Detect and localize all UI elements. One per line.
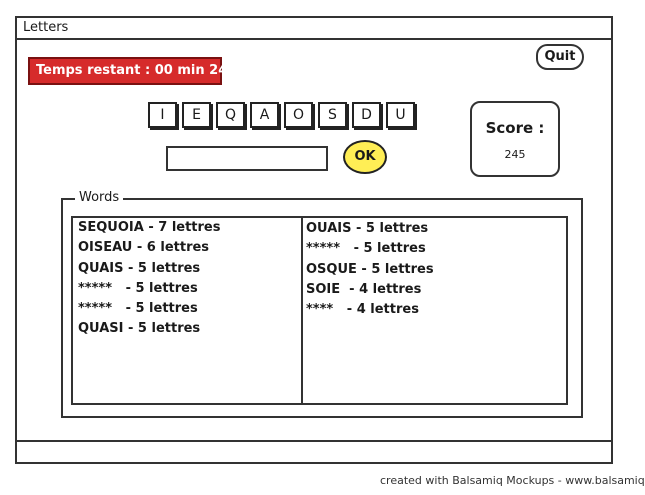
score-value: 245 [504,148,526,161]
score-label: Score : [485,119,545,137]
list-item[interactable]: ***** - 5 lettres [78,281,198,296]
list-item[interactable]: OISEAU - 6 lettres [78,240,209,255]
letter-tile[interactable]: D [352,102,381,128]
list-item[interactable]: SOIE - 4 lettres [306,282,421,297]
list-item[interactable]: QUASI - 5 lettres [78,321,200,336]
letter-tile[interactable]: S [318,102,347,128]
title-bar: Letters [17,18,611,40]
ok-button[interactable]: OK [343,140,387,174]
status-bar-divider [17,440,611,442]
list-item[interactable]: SEQUOIA - 7 lettres [78,220,221,235]
list-item[interactable]: QUAIS - 5 lettres [78,261,200,276]
answer-input[interactable] [166,146,328,171]
words-group-label: Words [75,190,124,205]
quit-button[interactable]: Quit [536,44,584,70]
list-item[interactable]: **** - 4 lettres [306,302,419,317]
letter-tile[interactable]: O [284,102,313,128]
list-item[interactable]: OUAIS - 5 lettres [306,221,428,236]
app-window: Letters Temps restant : 00 min 24 s Quit… [15,16,613,464]
window-title: Letters [23,20,69,35]
list-item[interactable]: ***** - 5 lettres [306,241,426,256]
letter-tile[interactable]: U [386,102,415,128]
words-list-left[interactable]: SEQUOIA - 7 lettres OISEAU - 6 lettres Q… [71,216,303,405]
time-remaining-banner: Temps restant : 00 min 24 s [28,57,240,85]
words-group: Words SEQUOIA - 7 lettres OISEAU - 6 let… [61,190,583,418]
score-box: Score : 245 [470,101,560,177]
letter-tile[interactable]: I [148,102,177,128]
letter-tile[interactable]: Q [216,102,245,128]
list-item[interactable]: OSQUE - 5 lettres [306,262,434,277]
letter-tile[interactable]: E [182,102,211,128]
words-list-right[interactable]: OUAIS - 5 lettres ***** - 5 lettres OSQU… [301,216,568,405]
footer-credit: created with Balsamiq Mockups - www.bals… [380,474,645,487]
letter-tile[interactable]: A [250,102,279,128]
list-item[interactable]: ***** - 5 lettres [78,301,198,316]
letter-tiles: I E Q A O S D U [148,102,415,128]
